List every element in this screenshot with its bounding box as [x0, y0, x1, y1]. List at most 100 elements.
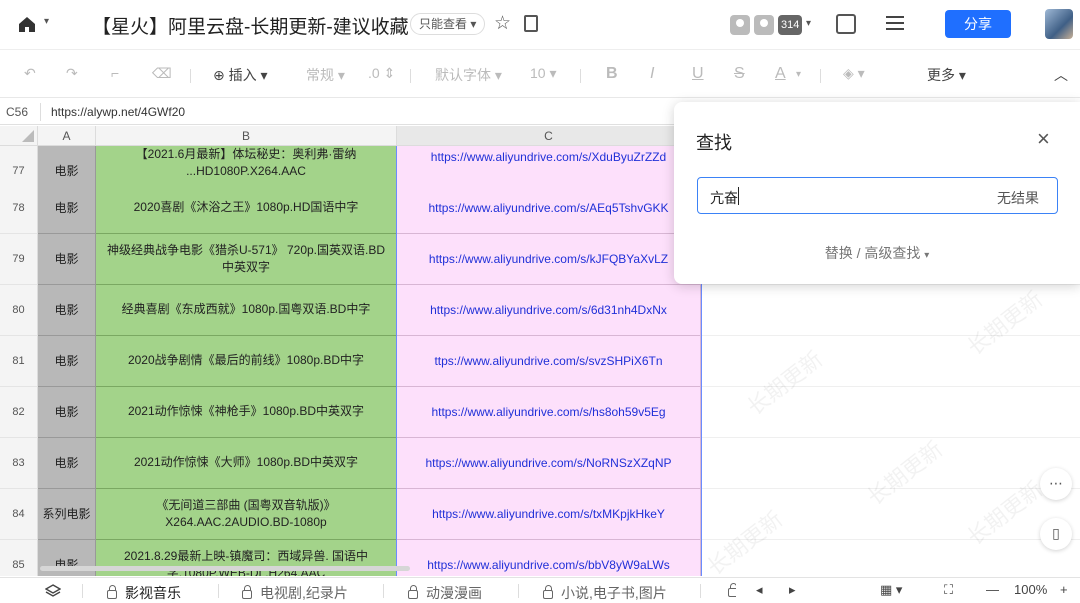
horizontal-scrollbar[interactable]: [40, 566, 410, 571]
replace-advanced-find-link[interactable]: 替换 / 高级查找 ▾: [674, 243, 1080, 263]
cell-category[interactable]: 电影: [38, 336, 96, 387]
row-number[interactable]: 82: [0, 387, 38, 438]
row-number[interactable]: 81: [0, 336, 38, 387]
user-avatar[interactable]: [1045, 9, 1073, 39]
find-input[interactable]: 亢奋 无结果: [697, 177, 1058, 214]
cell-title[interactable]: 经典喜剧《东成西就》1080p.国粤双语.BD中字: [96, 285, 397, 336]
row-number[interactable]: 85: [0, 540, 38, 576]
formula-input[interactable]: https://alywp.net/4GWf20: [51, 105, 185, 119]
more-button[interactable]: 更多 ▾: [927, 65, 966, 85]
sheets-list-icon[interactable]: [45, 583, 61, 599]
table-row: 81 电影 2020战争剧情《最后的前线》1080p.BD中字 ttps://w…: [0, 336, 1080, 387]
sheet-tab-novels-ebooks-images[interactable]: 小说,电子书,图片: [543, 583, 667, 603]
sheet-tab-bar: 影视音乐 电视剧,纪录片 动漫漫画 小说,电子书,图片 ◂ ▸ ▦ ▾ ⛶ — …: [0, 577, 1080, 603]
cell-category[interactable]: 电影: [38, 285, 96, 336]
cell-category[interactable]: 系列电影: [38, 489, 96, 540]
row-number[interactable]: 83: [0, 438, 38, 489]
sheet-tab-label: 电视剧,纪录片: [260, 585, 348, 601]
cell-link[interactable]: https://www.aliyundrive.com/s/kJFQBYaXvL…: [397, 234, 701, 285]
cell-title[interactable]: 神级经典战争电影《猎杀U-571》 720p.国英双语.BD中英双字: [96, 234, 397, 285]
underline-button[interactable]: U: [692, 65, 704, 83]
column-header-a[interactable]: A: [38, 126, 96, 146]
cell-title[interactable]: 2020战争剧情《最后的前线》1080p.BD中字: [96, 336, 397, 387]
cell-link[interactable]: ttps://www.aliyundrive.com/s/svzSHPiX6Tn: [397, 336, 701, 387]
column-header-b[interactable]: B: [96, 126, 397, 146]
row-number[interactable]: 79: [0, 234, 38, 285]
cell-link[interactable]: https://www.aliyundrive.com/s/txMKpjkHke…: [397, 489, 701, 540]
number-format-select[interactable]: 常规 ▾: [306, 65, 345, 85]
font-size-select[interactable]: 10 ▾: [530, 65, 557, 82]
cell-link[interactable]: https://www.aliyundrive.com/s/bbV8yW9aLW…: [397, 540, 701, 576]
prev-sheet-icon[interactable]: ◂: [756, 582, 763, 598]
undo-icon[interactable]: ↶: [24, 65, 36, 82]
home-icon[interactable]: [17, 14, 37, 34]
more-actions-icon[interactable]: ⋯: [1040, 468, 1072, 500]
italic-button[interactable]: I: [650, 65, 654, 83]
font-family-select[interactable]: 默认字体 ▾: [435, 65, 502, 85]
fullscreen-icon[interactable]: ⛶: [944, 582, 953, 598]
cell-link[interactable]: https://www.aliyundrive.com/s/NoRNSzXZqN…: [397, 438, 701, 489]
collaborator-avatar[interactable]: [754, 15, 774, 35]
share-button[interactable]: 分享: [945, 10, 1011, 38]
document-info-icon[interactable]: [524, 15, 538, 32]
font-color-button[interactable]: A: [775, 65, 786, 83]
collaborator-avatar[interactable]: [730, 15, 750, 35]
star-icon[interactable]: ☆: [494, 12, 511, 35]
strikethrough-button[interactable]: S: [734, 65, 745, 83]
view-grid-icon[interactable]: ▦ ▾: [880, 582, 902, 598]
empty-cell[interactable]: [701, 336, 1080, 387]
mobile-view-icon[interactable]: ▯: [1040, 518, 1072, 550]
collapse-toolbar-icon[interactable]: ︿: [1054, 65, 1068, 85]
cell-reference[interactable]: C56: [6, 105, 28, 119]
cell-link[interactable]: https://www.aliyundrive.com/s/hs8oh59v5E…: [397, 387, 701, 438]
column-header-c[interactable]: C: [397, 126, 701, 146]
menu-icon[interactable]: [886, 16, 904, 30]
select-all-corner[interactable]: [0, 126, 38, 146]
sheet-tab-tv-documentary[interactable]: 电视剧,纪录片: [242, 583, 348, 603]
next-sheet-icon[interactable]: ▸: [789, 582, 796, 598]
view-permission-badge[interactable]: 只能查看 ▾: [410, 13, 486, 35]
cell-title[interactable]: 2020喜剧《沐浴之王》1080p.HD国语中字: [96, 183, 397, 234]
insert-label: 插入: [228, 67, 257, 83]
sheet-tab-anime-comics[interactable]: 动漫漫画: [408, 583, 482, 603]
collaborator-count[interactable]: 314: [778, 15, 803, 35]
toolbar: ↶ ↷ ⌐ ⌫ ⊕ 插入 ▾ 常规 ▾ .0 ⇕ 默认字体 ▾ 10 ▾ B I…: [0, 52, 1080, 98]
row-number[interactable]: 80: [0, 285, 38, 336]
fill-color-icon[interactable]: ◈ ▾: [843, 65, 865, 82]
sheet-tab-movies-music[interactable]: 影视音乐: [107, 583, 181, 603]
row-number[interactable]: 78: [0, 183, 38, 234]
advanced-find-label: 替换 / 高级查找: [824, 245, 921, 261]
font-color-caret-icon[interactable]: ▾: [796, 69, 801, 80]
zoom-level[interactable]: 100%: [1014, 582, 1047, 597]
cell-category[interactable]: 电影: [38, 234, 96, 285]
cell-category[interactable]: 电影: [38, 387, 96, 438]
bold-button[interactable]: B: [606, 65, 618, 83]
home-menu-caret-icon[interactable]: ▾: [44, 16, 49, 27]
row-number[interactable]: 84: [0, 489, 38, 540]
cell-title[interactable]: 《无间道三部曲 (国粤双音轨版)》 X264.AAC.2AUDIO.BD-108…: [96, 489, 397, 540]
cell-title[interactable]: 2021动作惊悚《大师》1080p.BD中英双字: [96, 438, 397, 489]
lock-icon: [408, 585, 418, 599]
text-cursor: [738, 187, 739, 205]
zoom-out-icon[interactable]: —: [986, 582, 999, 597]
zoom-in-icon[interactable]: +: [1060, 582, 1068, 597]
add-task-icon[interactable]: [836, 14, 856, 34]
lock-icon: [107, 585, 117, 599]
cell-title[interactable]: 2021动作惊悚《神枪手》1080p.BD中英双字: [96, 387, 397, 438]
collaborators-caret-icon[interactable]: ▾: [806, 18, 811, 29]
cell-link[interactable]: https://www.aliyundrive.com/s/6d31nh4DxN…: [397, 285, 701, 336]
decimal-stepper[interactable]: .0 ⇕: [368, 65, 395, 82]
view-badge-label: 只能查看: [419, 17, 468, 31]
cell-category[interactable]: 电影: [38, 183, 96, 234]
insert-button[interactable]: ⊕ 插入 ▾: [213, 65, 268, 85]
chevron-down-icon: ▾: [924, 250, 930, 261]
number-format-label: 常规: [306, 67, 334, 83]
cell-link[interactable]: https://www.aliyundrive.com/s/AEq5TshvGK…: [397, 183, 701, 234]
format-painter-icon[interactable]: ⌐: [111, 65, 119, 81]
close-icon[interactable]: ×: [1037, 128, 1050, 150]
table-row: 84 系列电影 《无间道三部曲 (国粤双音轨版)》 X264.AAC.2AUDI…: [0, 489, 1080, 540]
cell-category[interactable]: 电影: [38, 438, 96, 489]
redo-icon[interactable]: ↷: [66, 65, 78, 82]
find-panel: 查找 × 亢奋 无结果 替换 / 高级查找 ▾: [674, 102, 1080, 284]
eraser-icon[interactable]: ⌫: [152, 65, 172, 82]
